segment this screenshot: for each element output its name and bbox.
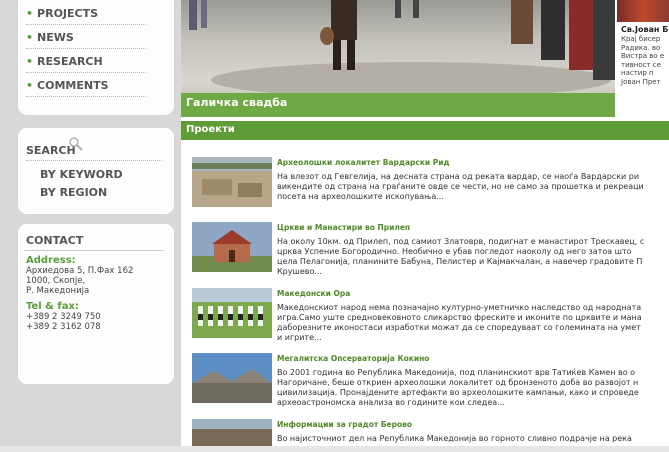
search-by-keyword-link[interactable]: BY KEYWORD bbox=[40, 168, 123, 181]
nav-item-projects[interactable]: • PROJECTS bbox=[26, 4, 146, 25]
address-label: Address: bbox=[26, 255, 76, 266]
nav-item-news[interactable]: • NEWS bbox=[26, 28, 146, 49]
nav-item-comments[interactable]: • COMMENTS bbox=[26, 76, 146, 97]
project-description: Во 2001 година во Република Македонија, … bbox=[277, 368, 639, 407]
nav-item-label: COMMENTS bbox=[37, 79, 109, 92]
bullet-icon: • bbox=[26, 55, 34, 68]
project-description: На околу 10км. од Прилеп, под самиот Зла… bbox=[277, 237, 645, 276]
berovo-town-thumbnail[interactable] bbox=[192, 419, 272, 446]
project-description: Во најисточниот дел на Република Македон… bbox=[277, 434, 632, 443]
side-card-title[interactable]: Св.Јован Б bbox=[621, 25, 668, 34]
side-feature-card[interactable]: Св.Јован Б Крај бисер Радика. во Вистра … bbox=[617, 0, 669, 98]
section-header-bar bbox=[181, 121, 669, 140]
search-by-region-link[interactable]: BY REGION bbox=[40, 186, 107, 199]
bullet-icon: • bbox=[26, 7, 34, 20]
contact-panel: CONTACT Address: Архиедова 5, П.Фах 162 … bbox=[18, 224, 174, 384]
search-divider bbox=[26, 160, 162, 161]
search-panel: SEARCH BY KEYWORD BY REGION bbox=[18, 128, 174, 214]
project-title-link[interactable]: Македонски Ора bbox=[277, 289, 350, 298]
hero-caption[interactable]: Галичка свадба bbox=[186, 96, 287, 109]
project-title-link[interactable]: Цркви и Манастири во Прилеп bbox=[277, 223, 410, 232]
project-description: На влезот од Гевгелија, на десната стран… bbox=[277, 172, 644, 201]
project-item: Археолошки локалитет Вардарски Рид На вл… bbox=[192, 157, 669, 221]
magnifier-icon bbox=[69, 137, 83, 151]
side-card-photo bbox=[617, 0, 669, 22]
side-card-text: Крај бисер Радика. во Вистра во е тивнос… bbox=[621, 35, 665, 86]
project-title-link[interactable]: Мегалитска Опсерваторија Кокино bbox=[277, 354, 429, 363]
tel-label: Tel & fax: bbox=[26, 301, 79, 312]
project-description: Македонскиот народ нема позначајно култу… bbox=[277, 303, 642, 342]
bullet-icon: • bbox=[26, 79, 34, 92]
phone-number: +389 2 3249 750 bbox=[26, 312, 101, 322]
megalithic-observatory-thumbnail[interactable] bbox=[192, 353, 272, 403]
project-item: Мегалитска Опсерваторија Кокино Во 2001 … bbox=[192, 353, 669, 417]
horizontal-scrollbar[interactable] bbox=[0, 446, 669, 452]
nav-item-label: RESEARCH bbox=[37, 55, 103, 68]
project-item: Македонски Ора Македонскиот народ нема п… bbox=[192, 288, 669, 352]
address-line: Р. Македонија bbox=[26, 286, 90, 296]
folk-dance-thumbnail[interactable] bbox=[192, 288, 272, 338]
address-line: Архиедова 5, П.Фах 162 bbox=[26, 266, 134, 276]
address-line: 1000, Скопје, bbox=[26, 276, 86, 286]
contact-divider bbox=[24, 250, 164, 251]
nav-item-label: PROJECTS bbox=[37, 7, 99, 20]
bullet-icon: • bbox=[26, 31, 34, 44]
archaeological-site-thumbnail[interactable] bbox=[192, 157, 272, 207]
contact-title: CONTACT bbox=[26, 234, 84, 247]
phone-number: +389 2 3162 078 bbox=[26, 322, 101, 332]
nav-item-research[interactable]: • RESEARCH bbox=[26, 52, 146, 73]
monastery-thumbnail[interactable] bbox=[192, 222, 272, 272]
project-item: Цркви и Манастири во Прилеп На околу 10к… bbox=[192, 222, 669, 286]
nav-item-label: NEWS bbox=[37, 31, 74, 44]
project-title-link[interactable]: Археолошки локалитет Вардарски Рид bbox=[277, 158, 450, 167]
project-title-link[interactable]: Информации за градот Берово bbox=[277, 420, 412, 429]
nav-panel: • PROJECTS • NEWS • RESEARCH • COMMENTS bbox=[18, 0, 174, 115]
project-item: Информации за градот Берово Во најисточн… bbox=[192, 419, 669, 446]
section-title: Проекти bbox=[186, 124, 235, 135]
